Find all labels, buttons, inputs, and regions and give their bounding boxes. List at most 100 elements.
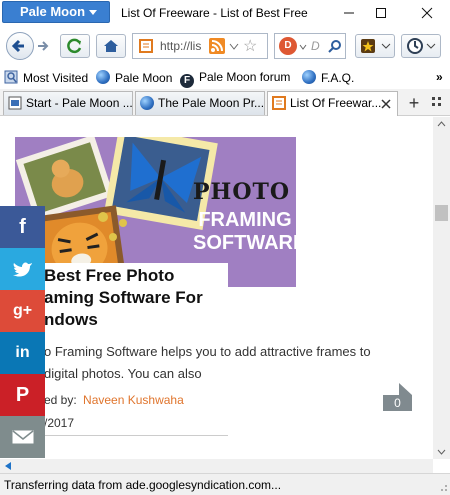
status-bar: Transferring data from ade.googlesyndica… (0, 473, 450, 495)
clock-icon (407, 38, 436, 54)
bookmark-star-icon (361, 39, 391, 53)
bookmark-icon (4, 70, 18, 84)
bookmark-faq[interactable]: F.A.Q. (302, 70, 354, 85)
email-icon (12, 430, 33, 444)
scroll-up-icon[interactable] (437, 121, 446, 127)
excerpt-line: digital photos. You can also (44, 366, 202, 381)
facebook-icon: f (19, 215, 26, 238)
home-button[interactable] (96, 34, 126, 58)
arrow-left-icon (11, 39, 24, 53)
close-icon (421, 7, 433, 19)
close-button[interactable] (407, 0, 447, 29)
globe-icon (96, 70, 110, 84)
tab-pale-moon-project[interactable]: The Pale Moon Pr... (135, 91, 265, 115)
forum-icon: F (180, 74, 194, 88)
hero-text-software: SOFTWARE (193, 232, 296, 254)
title-bar: Pale Moon List Of Freeware - List of Bes… (0, 0, 450, 29)
bookmarks-toolbar: Most Visited Pale Moon F Pale Moon forum … (0, 66, 450, 88)
excerpt-line: o Framing Software helps you to add attr… (44, 344, 371, 359)
tab-label: List Of Freewar... (290, 96, 382, 110)
article-excerpt: o Framing Software helps you to add attr… (44, 341, 424, 385)
article-title-line: Best Free Photo (44, 266, 175, 285)
globe-icon (140, 96, 154, 110)
maximize-icon (376, 8, 386, 18)
comment-count: 0 (394, 396, 401, 410)
page-icon (139, 39, 153, 53)
bookmark-label: Pale Moon forum (199, 70, 291, 84)
tab-start[interactable]: Start - Pale Moon ... (3, 91, 133, 115)
horizontal-scrollbar[interactable] (0, 459, 433, 473)
article-title-line: aming Software For (44, 288, 203, 307)
star-icon[interactable]: ☆ (243, 36, 257, 56)
navigation-toolbar: http://lis ☆ D D (0, 29, 450, 64)
reload-icon (67, 38, 82, 54)
email-share-button[interactable] (0, 416, 45, 458)
bookmark-label: F.A.Q. (321, 71, 355, 85)
scroll-down-icon[interactable] (437, 449, 446, 455)
maximize-button[interactable] (361, 0, 401, 29)
plus-icon: + (408, 93, 420, 113)
facebook-share-button[interactable]: f (0, 206, 45, 248)
pinterest-icon: P (15, 383, 30, 406)
chevron-down-icon[interactable] (229, 43, 239, 51)
tab-list-of-freeware[interactable]: List Of Freewar... (267, 91, 398, 116)
social-share-bar: f g+ in P (0, 206, 45, 458)
history-button[interactable] (401, 34, 441, 58)
search-icon[interactable] (328, 39, 342, 53)
tab-list-icon[interactable] (432, 97, 442, 107)
home-icon (104, 40, 118, 52)
divider (44, 435, 228, 436)
hero-text-photo: PHOTO (193, 179, 291, 205)
bookmarks-menu-button[interactable] (355, 34, 395, 58)
duckduckgo-icon: D (279, 37, 297, 55)
linkedin-share-button[interactable]: in (0, 332, 45, 374)
scroll-left-icon[interactable] (4, 461, 12, 471)
resize-grip-icon[interactable] (438, 482, 448, 492)
back-button[interactable] (6, 32, 34, 60)
chevron-down-icon (89, 10, 97, 15)
tab-label: The Pale Moon Pr... (158, 96, 265, 110)
posted-by-label: ed by: (44, 393, 77, 407)
close-tab-icon[interactable] (381, 99, 391, 109)
search-placeholder: D (311, 39, 320, 53)
chevron-right-icon[interactable]: » (436, 70, 443, 84)
minimize-icon (344, 12, 354, 14)
app-menu-label: Pale Moon (20, 4, 86, 19)
bookmark-most-visited[interactable]: Most Visited (4, 70, 88, 85)
page-icon (272, 96, 286, 110)
bookmark-label: Most Visited (23, 71, 89, 85)
app-menu-button[interactable]: Pale Moon (2, 1, 110, 23)
window-title: List Of Freeware - List of Best Free (121, 6, 308, 20)
linkedin-icon: in (15, 344, 30, 361)
url-text: http://lis (160, 39, 202, 53)
bookmark-label: Pale Moon (115, 71, 173, 85)
tab-label: Start - Pale Moon ... (26, 96, 133, 110)
twitter-icon (12, 262, 32, 277)
article-title-link[interactable]: Best Free Photo aming Software For ndows (44, 263, 228, 331)
forward-button[interactable] (36, 40, 50, 52)
google-plus-icon: g+ (12, 302, 33, 319)
search-bar[interactable]: D D (274, 33, 346, 59)
status-text: Transferring data from ade.googlesyndica… (4, 478, 282, 492)
twitter-share-button[interactable] (0, 248, 45, 290)
reload-button[interactable] (60, 34, 90, 58)
page-content: PHOTO FRAMING SOFTWARE Best Free Photo a… (0, 117, 433, 459)
scroll-thumb[interactable] (435, 205, 448, 221)
url-bar[interactable]: http://lis ☆ (132, 33, 268, 59)
rss-icon[interactable] (209, 38, 225, 54)
tab-bar: Start - Pale Moon ... The Pale Moon Pr..… (0, 89, 450, 116)
pinterest-share-button[interactable]: P (0, 374, 45, 416)
globe-icon (302, 70, 316, 84)
article-title-line: ndows (44, 310, 98, 329)
new-tab-button[interactable]: + (404, 92, 424, 114)
hero-text-framing: FRAMING (198, 209, 292, 231)
bookmark-pale-moon-forum[interactable]: F Pale Moon forum (180, 70, 290, 88)
article-date: /2017 (44, 416, 75, 430)
article-byline: ed by: Naveen Kushwaha (44, 393, 184, 407)
google-plus-share-button[interactable]: g+ (0, 290, 45, 332)
comment-count-badge[interactable]: 0 (383, 383, 412, 411)
bookmark-pale-moon[interactable]: Pale Moon (96, 70, 172, 85)
tab-page-icon (8, 96, 22, 110)
vertical-scrollbar[interactable] (433, 117, 450, 459)
author-link[interactable]: Naveen Kushwaha (83, 393, 184, 407)
